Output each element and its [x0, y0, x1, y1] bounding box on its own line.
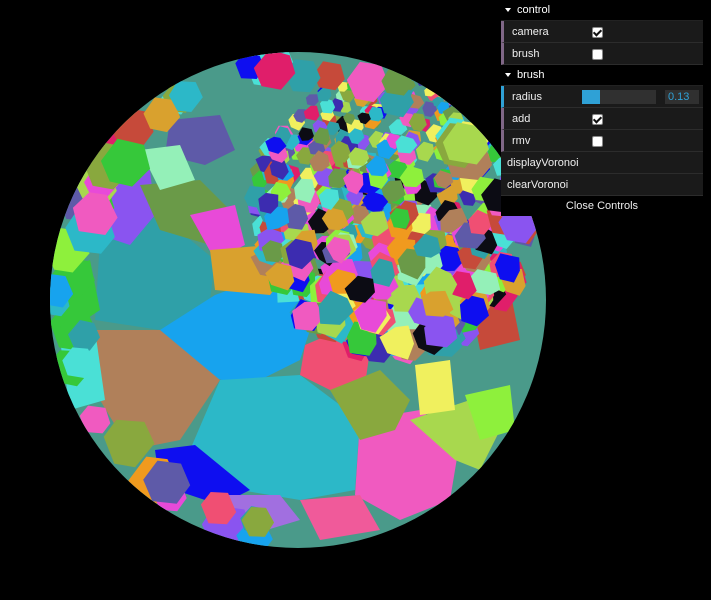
close-controls-button[interactable]: Close Controls: [501, 196, 703, 216]
expand-triangle-icon: [505, 73, 511, 78]
voronoi-cell: [450, 89, 465, 104]
folder-brush-title: brush: [517, 69, 545, 81]
radius-slider-fill: [582, 90, 600, 104]
add-control[interactable]: add: [501, 108, 703, 130]
camera-checkbox[interactable]: [592, 27, 603, 38]
brush-control[interactable]: brush: [501, 43, 703, 65]
voronoi-cell: [447, 94, 460, 105]
voronoi-cell: [448, 81, 461, 92]
voronoi-cell: [476, 110, 492, 126]
add-checkbox[interactable]: [592, 114, 603, 125]
camera-label: camera: [512, 26, 549, 38]
folder-brush[interactable]: brush: [501, 65, 703, 86]
brush-checkbox[interactable]: [592, 49, 603, 60]
voronoi-cell: [428, 75, 442, 87]
camera-control[interactable]: camera: [501, 21, 703, 43]
rmv-checkbox[interactable]: [592, 136, 603, 147]
voronoi-cell: [453, 91, 468, 104]
voronoi-cell: [476, 111, 491, 126]
voronoi-cell: [468, 106, 483, 120]
display-voronoi-label: displayVoronoi: [507, 157, 579, 169]
clear-voronoi-label: clearVoronoi: [507, 179, 569, 191]
add-label: add: [512, 113, 531, 125]
expand-triangle-icon: [505, 8, 511, 13]
display-voronoi-button[interactable]: displayVoronoi: [501, 152, 703, 174]
clear-voronoi-button[interactable]: clearVoronoi: [501, 174, 703, 196]
radius-control[interactable]: radius 0.13: [501, 86, 703, 108]
folder-control[interactable]: control: [501, 0, 703, 21]
voronoi-cell: [444, 82, 458, 98]
controls-panel: control camera brush brush radius 0.13 a…: [501, 0, 703, 216]
brush-label: brush: [512, 48, 540, 60]
radius-slider[interactable]: [582, 90, 656, 104]
radius-value-input[interactable]: 0.13: [665, 90, 699, 104]
voronoi-cell: [431, 77, 449, 93]
radius-label: radius: [512, 91, 542, 103]
rmv-control[interactable]: rmv: [501, 130, 703, 152]
folder-control-title: control: [517, 4, 551, 16]
voronoi-cell: [415, 360, 455, 415]
rmv-label: rmv: [512, 135, 531, 147]
